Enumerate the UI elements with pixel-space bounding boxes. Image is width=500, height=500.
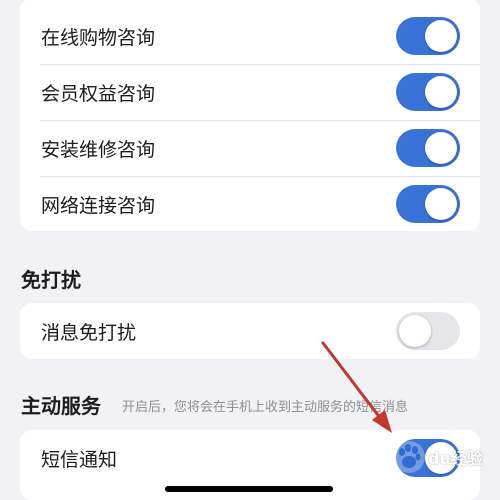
toggle-switch[interactable] <box>396 312 460 350</box>
home-indicator <box>165 486 333 492</box>
toggle-switch[interactable] <box>396 129 460 167</box>
toggle-knob <box>425 76 457 108</box>
section-title-active-service: 主动服务 <box>21 394 101 418</box>
watermark-text: du经验 <box>428 449 483 468</box>
section-note: 开启后，您将会在手机上收到主动服务的短信消息 <box>122 400 409 415</box>
baidu-paw-icon <box>393 441 425 473</box>
row-label: 短信通知 <box>41 448 118 471</box>
settings-row-message-dnd[interactable]: 消息免打扰 <box>20 303 480 359</box>
dnd-card: 消息免打扰 <box>20 303 480 359</box>
settings-row-member-benefits[interactable]: 会员权益咨询 <box>20 64 480 120</box>
row-label: 网络连接咨询 <box>41 194 156 217</box>
toggle-knob <box>425 132 457 164</box>
consult-card: 在线购物咨询 会员权益咨询 安装维修咨询 网络连接咨询 <box>20 0 480 231</box>
toggle-knob <box>425 20 457 52</box>
toggle-switch[interactable] <box>396 185 460 223</box>
settings-row-network-connection[interactable]: 网络连接咨询 <box>20 176 480 231</box>
section-title-dnd: 免打扰 <box>21 268 81 292</box>
row-label: 在线购物咨询 <box>41 26 156 49</box>
toggle-knob <box>425 188 457 220</box>
row-label: 会员权益咨询 <box>41 82 156 105</box>
toggle-switch[interactable] <box>396 73 460 111</box>
watermark: du经验 <box>392 440 483 474</box>
row-label: 消息免打扰 <box>41 321 137 344</box>
toggle-knob <box>399 315 431 347</box>
row-label: 安装维修咨询 <box>41 138 156 161</box>
toggle-switch[interactable] <box>396 17 460 55</box>
settings-row-online-shopping[interactable]: 在线购物咨询 <box>20 0 480 64</box>
settings-row-install-repair[interactable]: 安装维修咨询 <box>20 120 480 176</box>
